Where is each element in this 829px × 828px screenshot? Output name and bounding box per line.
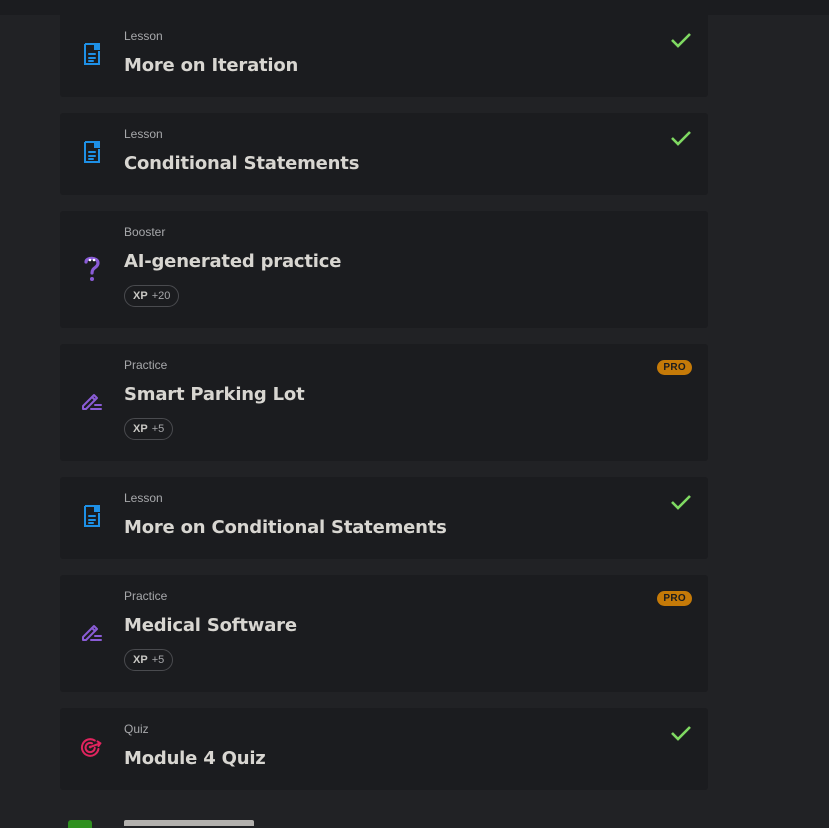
next-section-icon (68, 820, 92, 828)
xp-badge: XP +20 (124, 285, 180, 307)
list-item-lesson[interactable]: Lesson More on Iteration (60, 15, 708, 97)
module-item-list: Lesson More on Iteration Lesson Conditio… (60, 15, 708, 806)
check-icon (671, 33, 691, 48)
list-item-practice[interactable]: Practice Medical Software PRO XP +5 (60, 575, 708, 692)
item-title: More on Conditional Statements (124, 517, 447, 538)
xp-value: +5 (151, 423, 165, 435)
target-quiz-icon (80, 735, 104, 759)
top-bar (0, 0, 829, 15)
lesson-document-icon (80, 504, 104, 528)
item-type-label: Practice (124, 589, 168, 603)
list-item-booster[interactable]: Booster AI-generated practice XP +20 (60, 211, 708, 328)
pro-badge: PRO (657, 360, 692, 375)
list-item-lesson[interactable]: Lesson More on Conditional Statements (60, 477, 708, 559)
item-title: Module 4 Quiz (124, 748, 266, 769)
pencil-practice-icon (80, 389, 104, 413)
item-title: Smart Parking Lot (124, 384, 305, 405)
item-title: Conditional Statements (124, 153, 360, 174)
check-icon (671, 131, 691, 146)
lesson-document-icon (80, 140, 104, 164)
check-icon (671, 495, 691, 510)
xp-label: XP (133, 423, 148, 435)
item-type-label: Lesson (124, 127, 163, 141)
item-type-label: Booster (124, 225, 166, 239)
lesson-document-icon (80, 42, 104, 66)
item-type-label: Lesson (124, 29, 163, 43)
next-section-title (124, 820, 264, 826)
list-item-quiz[interactable]: Quiz Module 4 Quiz (60, 708, 708, 790)
xp-label: XP (133, 654, 148, 666)
list-item-practice[interactable]: Practice Smart Parking Lot PRO XP +5 (60, 344, 708, 461)
check-icon (671, 726, 691, 741)
item-type-label: Quiz (124, 722, 149, 736)
item-type-label: Practice (124, 358, 168, 372)
item-title: AI-generated practice (124, 251, 342, 272)
item-title: More on Iteration (124, 55, 299, 76)
xp-badge: XP +5 (124, 418, 174, 440)
list-item-lesson[interactable]: Lesson Conditional Statements (60, 113, 708, 195)
pro-badge: PRO (657, 591, 692, 606)
item-type-label: Lesson (124, 491, 163, 505)
pencil-practice-icon (80, 620, 104, 644)
xp-badge: XP +5 (124, 649, 174, 671)
xp-value: +20 (151, 290, 171, 302)
xp-value: +5 (151, 654, 165, 666)
xp-label: XP (133, 290, 148, 302)
item-title: Medical Software (124, 615, 297, 636)
question-mark-icon (80, 256, 104, 281)
